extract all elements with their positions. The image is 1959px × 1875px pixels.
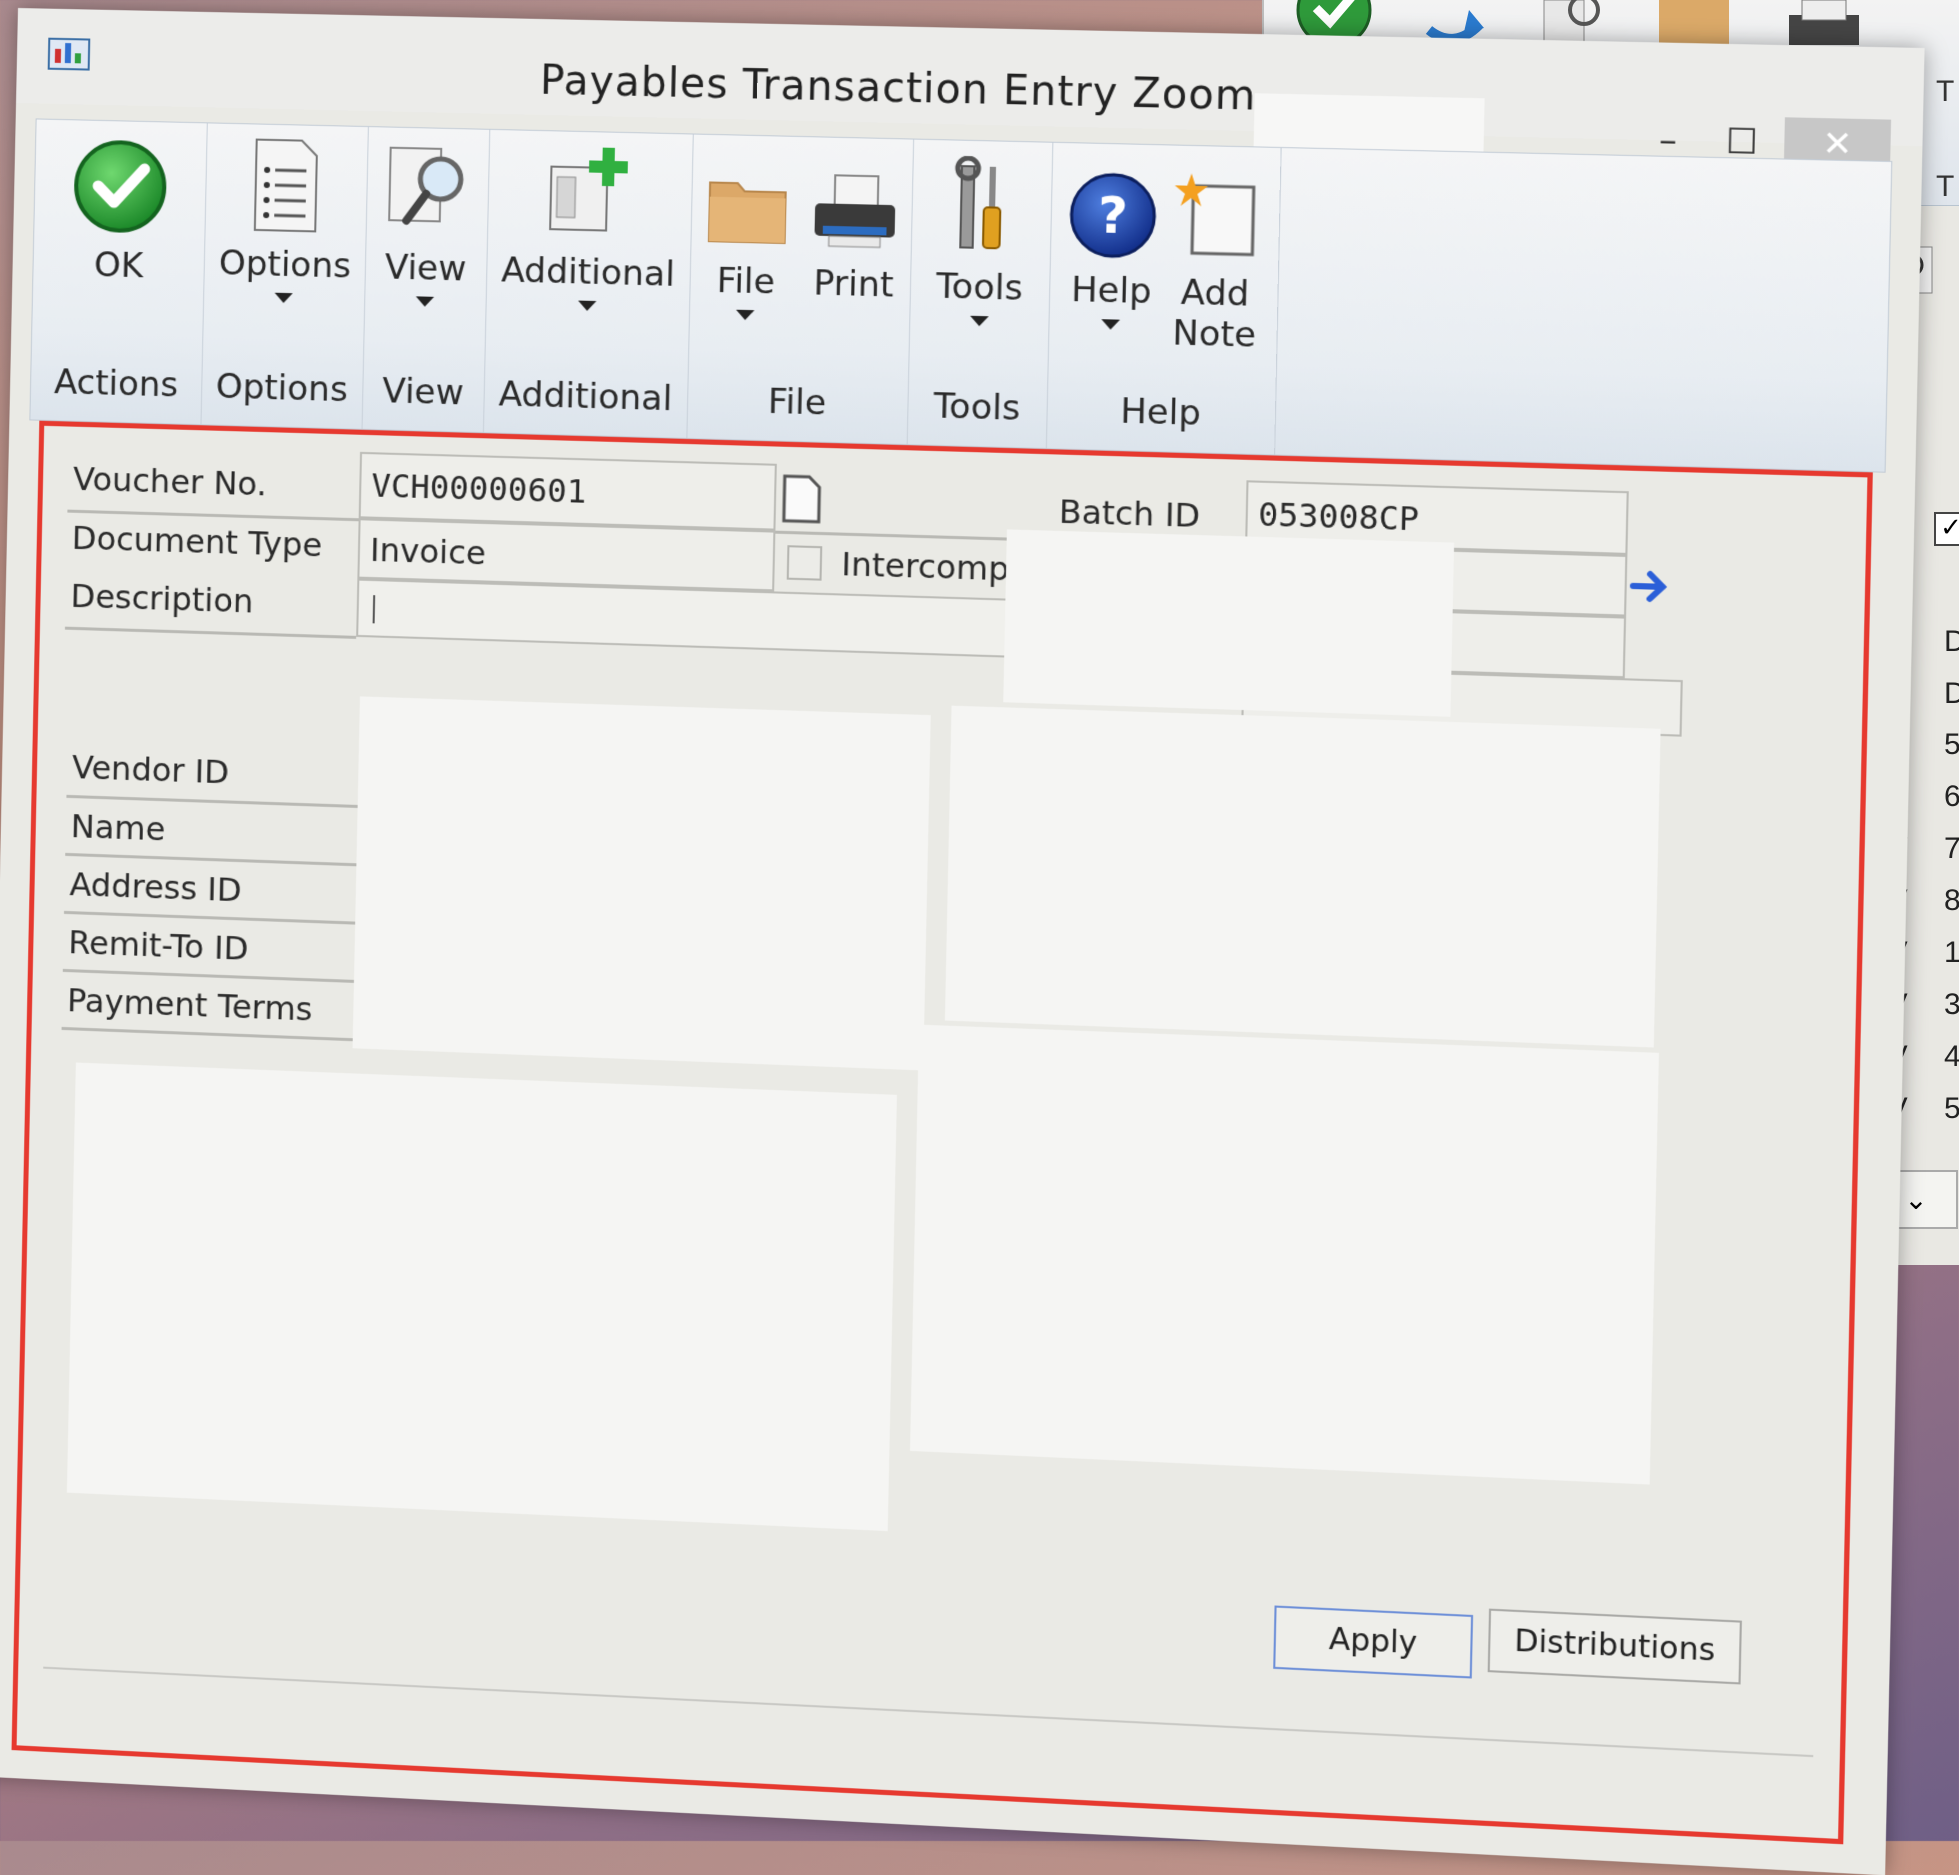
help-label: Help [1070,269,1152,313]
add-note-label-line2: Note [1171,312,1257,356]
dropdown-caret-icon [274,292,293,304]
ribbon-group-help: ? Help Add Note Help [1045,142,1282,455]
help-button[interactable]: ? Help [1059,168,1166,331]
file-button[interactable]: File [694,160,800,321]
tools-icon [934,155,1029,259]
bg-cell: 7 [1944,832,1959,865]
additional-label: Additional [500,250,676,295]
svg-text:?: ? [1097,186,1128,246]
name-label: Name [70,807,166,849]
bg-ribbon-label-2: T [1936,75,1955,108]
tools-label: Tools [935,266,1024,309]
redacted-amounts-area [944,705,1661,1048]
window-title: Payables Transaction Entry Zoom - [540,57,1309,121]
payables-transaction-entry-zoom-window: Payables Transaction Entry Zoom - – ☐ ✕ … [0,8,1925,1875]
ribbon-group-additional: Additional Additional [482,129,694,438]
add-note-label-line1: Add [1180,272,1250,315]
group-label-view: View [381,370,465,414]
options-label: Options [218,243,352,287]
vendor-id-label: Vendor ID [71,748,230,792]
description-label: Description [70,576,254,621]
bg-cell: 8 [1944,884,1959,917]
apply-button[interactable]: Apply [1273,1605,1474,1679]
group-label-file: File [767,381,827,424]
redacted-area [1003,529,1455,717]
view-label: View [384,247,467,290]
bg-cell: 5 [1944,728,1959,761]
folder-icon [701,160,795,253]
ribbon-group-actions: OK Actions [30,119,208,425]
print-button[interactable]: Print [802,162,908,306]
bg-cell: 6 [1944,780,1959,813]
voucher-no-label: Voucher No. [72,459,268,504]
batch-id-value: 053008CP [1257,494,1420,539]
bg-cell: 1 [1944,936,1959,969]
bg-checkbox[interactable]: ✓ [1934,512,1959,546]
bg-cell: 5 [1944,1092,1959,1125]
bg-cell: 4 [1944,1040,1959,1073]
dropdown-caret-icon [577,300,597,312]
additional-plus-icon [538,147,628,244]
ok-button[interactable]: OK [53,135,186,287]
dropdown-caret-icon [969,315,989,327]
voucher-no-value: VCH00000601 [371,466,587,511]
document-type-label: Document Type [71,518,323,565]
intercompany-checkbox[interactable] [786,545,823,581]
ok-label: OK [93,244,144,287]
ribbon-group-view: View View [361,127,491,433]
dropdown-caret-icon [1101,319,1121,330]
ribbon-group-tools: Tools Tools [906,139,1054,449]
text-cursor [372,595,376,624]
window-title-text: Payables Transaction Entry Zoom [539,57,1257,120]
add-note-icon [1174,173,1265,265]
distributions-button[interactable]: Distributions [1487,1608,1742,1685]
ribbon: OK Actions Options Options View View Add… [29,118,1893,473]
ok-checkmark-icon [74,140,166,233]
view-button[interactable]: View [374,137,479,308]
options-list-icon [240,134,333,237]
address-id-label: Address ID [69,865,243,910]
form-content: Voucher No. VCH00000601 Batch ID 053008C… [1,420,1884,1856]
bg-cell: D [1944,677,1959,710]
redacted-lower-left [66,1062,897,1532]
bg-column-header-d: D [1944,625,1959,658]
additional-button[interactable]: Additional [496,140,683,313]
printer-icon [814,163,896,257]
print-label: Print [812,263,895,306]
options-button[interactable]: Options [218,134,352,305]
batch-id-label: Batch ID [1058,492,1201,536]
bg-cell: 3 [1944,988,1959,1021]
remit-to-id-label: Remit-To ID [67,923,249,968]
group-label-actions: Actions [53,362,179,406]
group-label-tools: Tools [933,385,1021,430]
app-icon [47,37,91,71]
view-magnifier-icon [381,137,474,240]
dropdown-caret-icon [735,309,755,321]
bg-ribbon-label-3: T [1936,170,1955,203]
redacted-vendor-values [352,696,931,1071]
redacted-lower-right [909,1024,1659,1485]
file-label: File [716,260,776,303]
group-label-options: Options [215,366,349,411]
arrow-right-icon[interactable] [1626,563,1673,610]
help-icon: ? [1065,169,1160,263]
document-type-value: Invoice [369,530,487,573]
voucher-no-field[interactable]: VCH00000601 [358,451,777,531]
ribbon-group-options: Options Options [200,123,369,429]
group-label-additional: Additional [498,374,673,420]
ribbon-group-file: File Print File [686,134,915,445]
dropdown-caret-icon [415,296,435,307]
document-note-icon[interactable] [778,472,826,526]
group-label-help: Help [1119,391,1202,435]
add-note-button[interactable]: Add Note [1162,171,1270,356]
tools-button[interactable]: Tools [925,155,1037,327]
